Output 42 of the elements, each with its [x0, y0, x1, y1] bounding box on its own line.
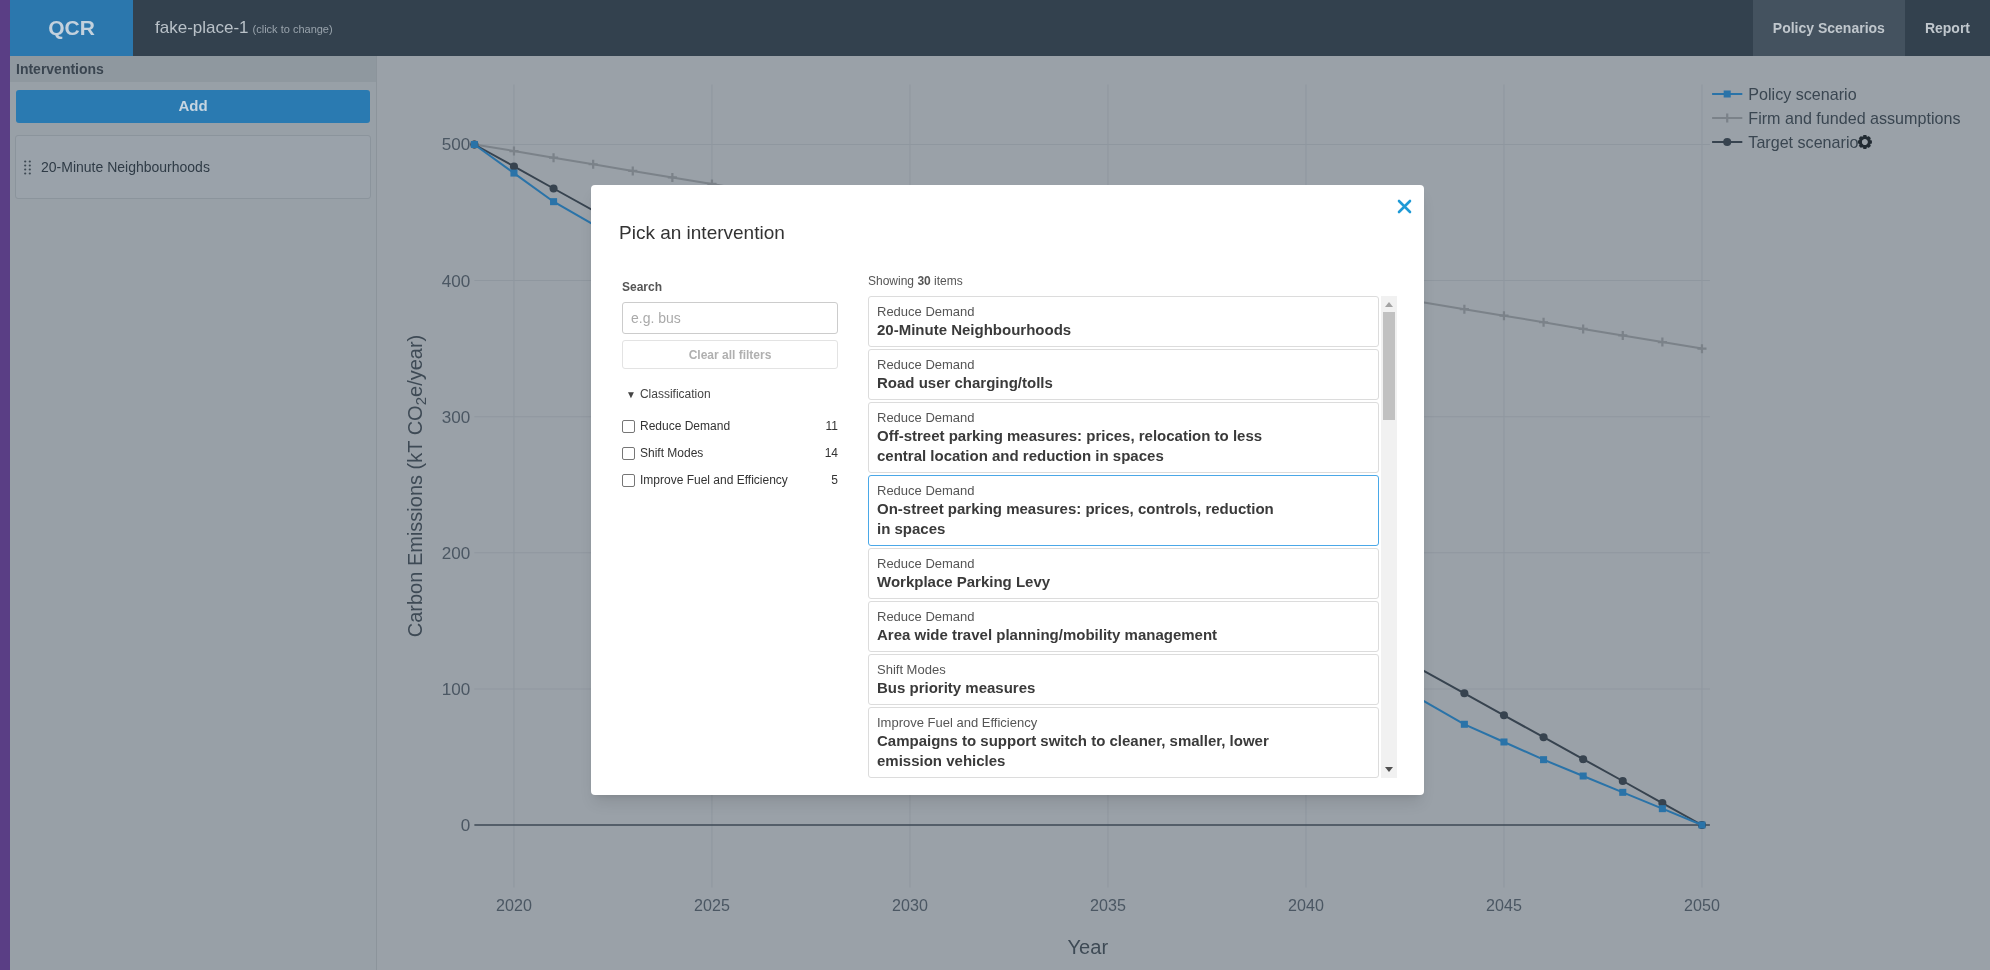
axis-label: 300 [441, 407, 471, 427]
dialog-title: Pick an intervention [619, 221, 785, 245]
option-title: Bus priority measures [877, 678, 1037, 698]
field-label: Search [622, 279, 664, 296]
option-title: On-street parking measures: prices, controls, reduction in spaces [877, 499, 1275, 539]
legend-label: Firm and funded assumptions [1748, 109, 1961, 127]
legend-label: Policy scenario [1748, 85, 1857, 103]
filter-count: 11 [825, 418, 838, 435]
option-category: Reduce Demand [877, 482, 976, 499]
option-title: Road user charging/tolls [877, 373, 1054, 393]
option-category: Improve Fuel and Efficiency [877, 714, 1039, 731]
filter-count: 5 [831, 472, 838, 489]
option-title: Off-street parking measures: prices, relocation to less central location and reduction in spaces [877, 426, 1264, 466]
axis-label: 2025 [694, 896, 730, 914]
axis-label: 200 [441, 543, 471, 563]
axis-label: 0 [460, 816, 471, 835]
axis-label: 100 [441, 679, 471, 699]
option-category: Reduce Demand [877, 608, 976, 625]
option-category: Reduce Demand [877, 356, 976, 373]
filter-count: 14 [824, 445, 838, 462]
axis-label: 2045 [1486, 896, 1522, 914]
option-category: Shift Modes [877, 661, 947, 678]
axis-label: 2020 [496, 896, 532, 914]
axis-label: 2050 [1684, 896, 1720, 914]
axis-label: 500 [441, 135, 471, 155]
option-category: Reduce Demand [877, 303, 976, 320]
option-title: Campaigns to support switch to cleaner, smaller, lower emission vehicles [877, 731, 1270, 771]
axis-label: 2030 [892, 896, 928, 914]
legend-label: Target scenario [1748, 133, 1859, 151]
panel-title: Interventions [10, 56, 376, 82]
axis-title: Year [1067, 936, 1109, 958]
place-hint: (click to change) [252, 22, 333, 38]
option-title: Area wide travel planning/mobility management [877, 625, 1219, 645]
option-title: 20-Minute Neighbourhoods [877, 320, 1073, 340]
card-title: 20-Minute Neighbourhoods [41, 157, 210, 177]
option-title: Workplace Parking Levy [877, 572, 1052, 592]
axis-label: 2040 [1288, 896, 1324, 914]
axis-label: 400 [441, 271, 471, 291]
axis-label: 2035 [1090, 896, 1126, 914]
results-count: Showing 30 items [868, 273, 964, 290]
option-category: Reduce Demand [877, 555, 976, 572]
option-category: Reduce Demand [877, 409, 976, 426]
